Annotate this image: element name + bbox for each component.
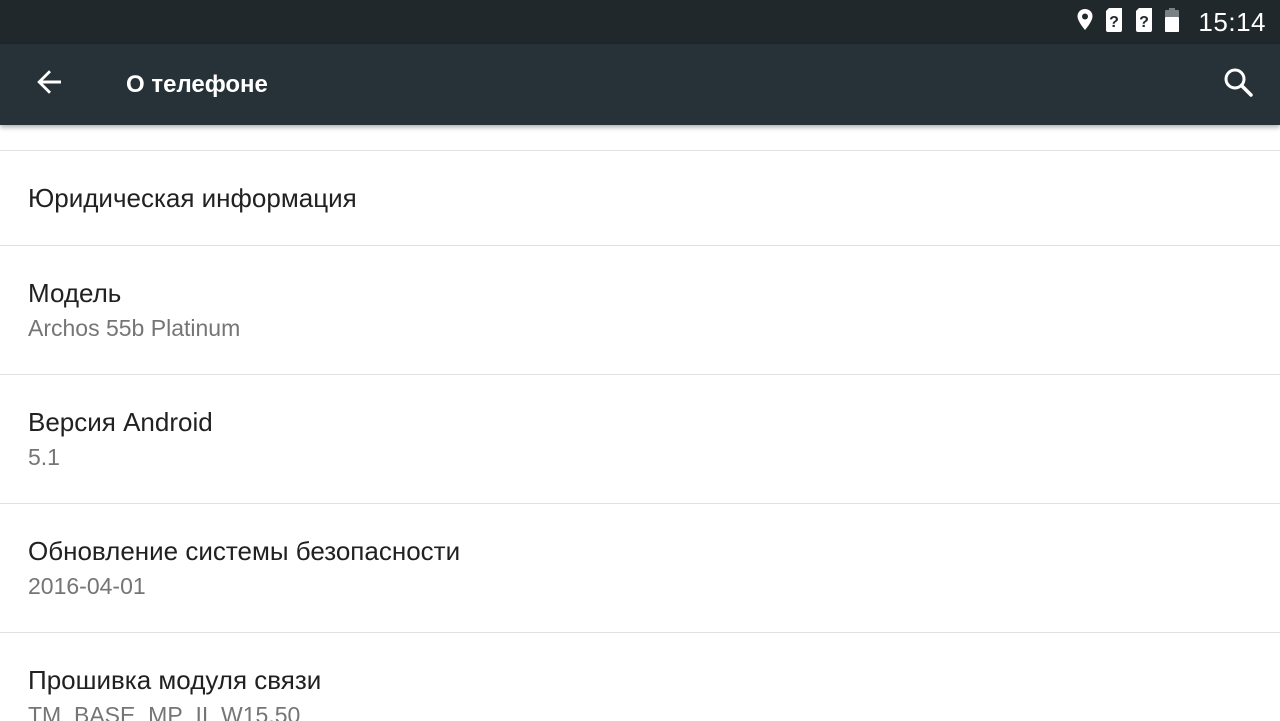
sim1-unknown-icon: ?: [1104, 7, 1124, 38]
svg-text:?: ?: [1110, 14, 1120, 31]
list-item-title: Модель: [28, 278, 122, 308]
settings-list: Юридическая информация Модель Archos 55b…: [0, 125, 1280, 721]
sim2-unknown-icon: ?: [1134, 7, 1154, 38]
list-item-summary: Archos 55b Platinum: [28, 315, 241, 341]
list-item-legal-info[interactable]: Юридическая информация: [0, 151, 1280, 246]
page-title: О телефоне: [126, 71, 268, 98]
status-icons: ? ? 15:14: [1066, 0, 1266, 44]
svg-text:?: ?: [1140, 14, 1150, 31]
list-item-title: Юридическая информация: [28, 183, 357, 213]
back-button[interactable]: [29, 64, 69, 104]
list-item-model[interactable]: Модель Archos 55b Platinum: [0, 246, 1280, 375]
list-item-summary: 2016-04-01: [28, 573, 146, 599]
list-item-android-version[interactable]: Версия Android 5.1: [0, 375, 1280, 504]
search-button[interactable]: [1218, 64, 1258, 104]
status-bar: ? ? 15:14: [0, 0, 1280, 44]
battery-icon: [1164, 7, 1180, 38]
location-icon: [1076, 8, 1094, 37]
status-clock: 15:14: [1198, 6, 1266, 37]
list-item-title: Версия Android: [28, 407, 213, 437]
arrow-back-icon: [34, 67, 64, 102]
app-bar: О телефоне: [0, 44, 1280, 125]
list-item-summary: 5.1: [28, 444, 60, 470]
list-item-baseband[interactable]: Прошивка модуля связи TM_BASE_MP_II_W15.…: [0, 633, 1280, 721]
list-item-summary: TM_BASE_MP_II_W15.50: [28, 702, 301, 721]
search-icon: [1222, 66, 1254, 103]
list-item-title: Прошивка модуля связи: [28, 665, 322, 695]
list-item-title: Обновление системы безопасности: [28, 536, 461, 566]
list-item-security-update[interactable]: Обновление системы безопасности 2016-04-…: [0, 504, 1280, 633]
